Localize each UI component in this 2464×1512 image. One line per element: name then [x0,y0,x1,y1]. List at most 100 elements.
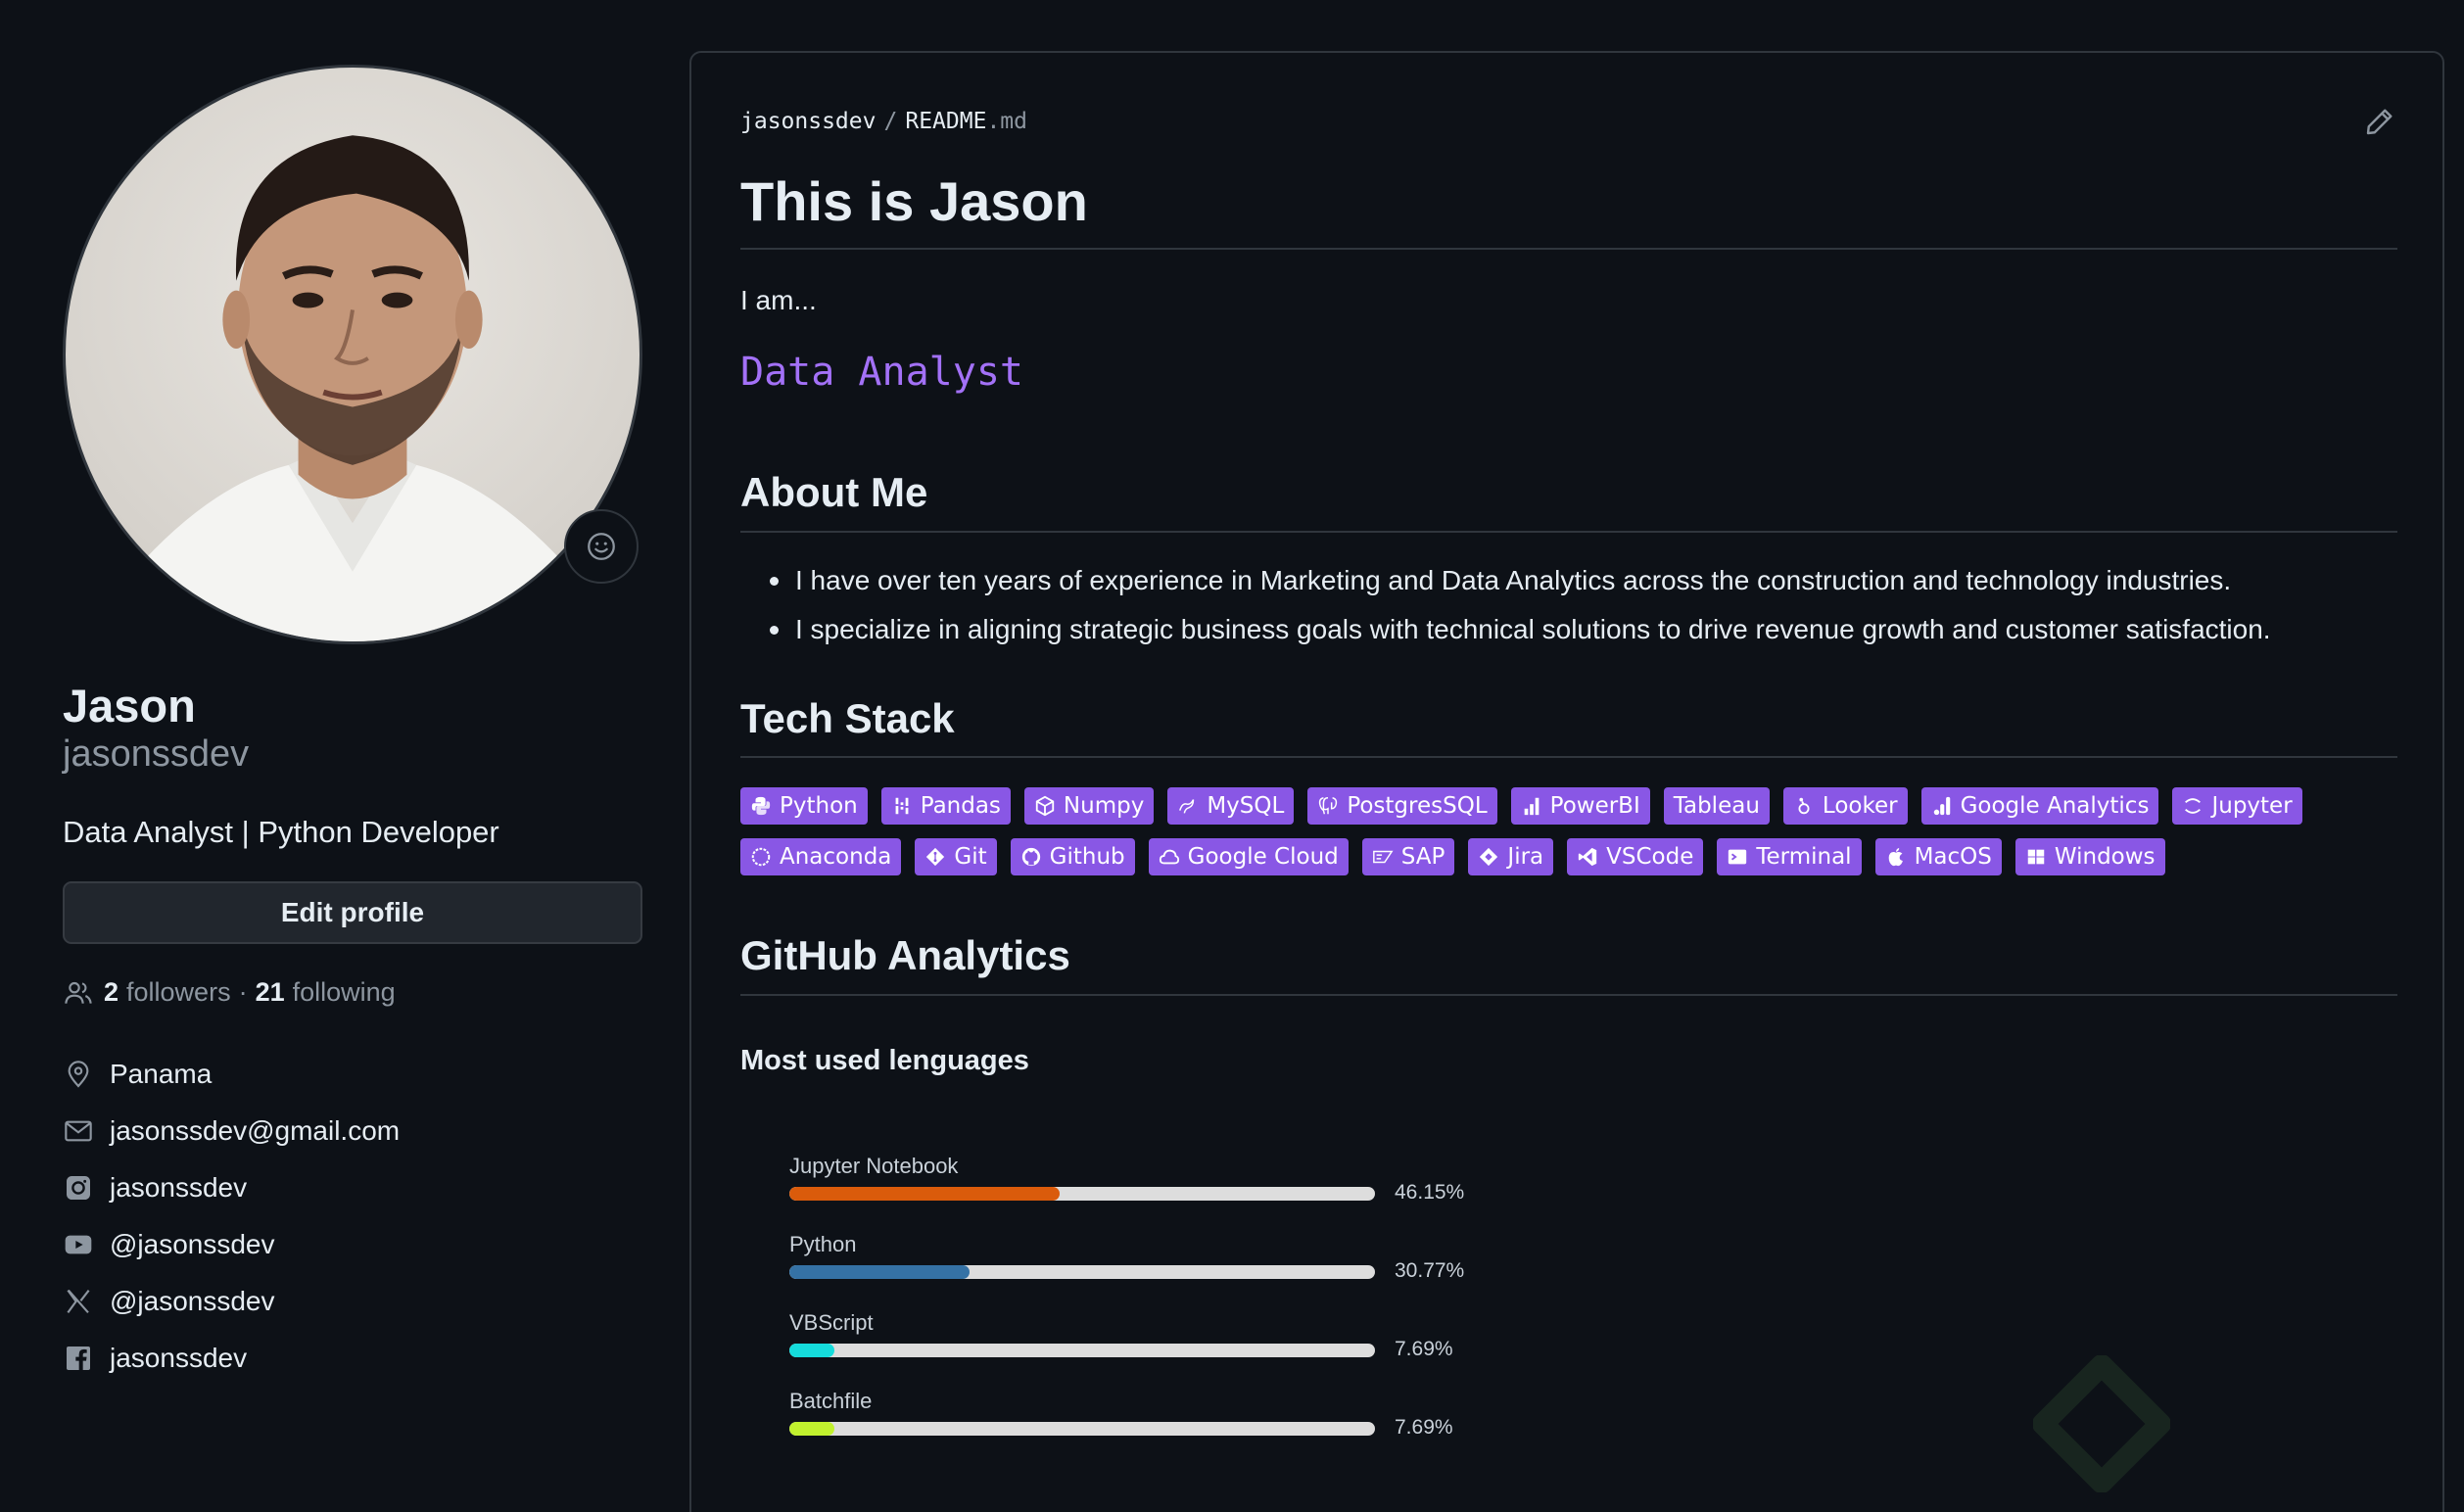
detail-email[interactable]: jasonssdev@gmail.com [63,1103,642,1159]
badge-label: VSCode [1606,844,1694,871]
postgresql-icon [1319,797,1338,815]
badge-label: Jupyter [2211,793,2293,820]
sap-icon [1372,850,1394,864]
github-icon [1021,848,1040,867]
language-bar-fill [789,1343,834,1357]
location-icon [68,1061,89,1088]
language-percent: 7.69% [1395,1415,1453,1439]
badge-sap[interactable]: SAP [1361,838,1455,876]
terminal-icon [1729,849,1747,865]
facebook-link[interactable]: jasonssdev [110,1343,247,1374]
apple-icon [1888,848,1903,867]
badge-postgresql[interactable]: PostgresSQL [1307,787,1497,826]
language-percent: 46.15% [1395,1180,1465,1204]
avatar-photo [133,135,572,641]
detail-facebook[interactable]: jasonssdev [63,1330,642,1387]
detail-x[interactable]: @jasonssdev [63,1273,642,1330]
anaconda-icon [751,847,771,867]
badge-powerbi[interactable]: PowerBI [1510,787,1650,826]
profile-page: Jason jasonssdev Data Analyst | Python D… [0,0,2464,1512]
badge-label: Windows [2054,844,2156,871]
badge-label: Numpy [1063,793,1145,820]
youtube-link[interactable]: @jasonssdev [110,1229,275,1260]
tech-badges: Python Pandas Numpy MySQL PostgresSQL Po… [740,787,2397,876]
pandas-icon [895,797,909,815]
language-name: VBScript [789,1309,874,1335]
badge-terminal[interactable]: Terminal [1717,838,1862,876]
badge-vscode[interactable]: VSCode [1567,838,1704,876]
avatar[interactable] [63,65,642,644]
language-bar-track [789,1264,1375,1279]
follow-separator: · [238,977,248,1008]
badge-label: Google Cloud [1187,844,1339,871]
language-bar-track [789,1343,1375,1357]
instagram-link[interactable]: jasonssdev [110,1172,247,1204]
language-name: Jupyter Notebook [789,1153,959,1178]
vscode-icon [1578,848,1597,867]
email-link[interactable]: jasonssdev@gmail.com [110,1115,400,1147]
badge-jira[interactable]: Jira [1468,838,1554,876]
badge-pandas[interactable]: Pandas [880,787,1011,826]
badge-label: Python [780,793,858,820]
badge-jupyter[interactable]: Jupyter [2172,787,2302,826]
badge-github[interactable]: Github [1010,838,1135,876]
badge-macos[interactable]: MacOS [1874,838,2002,876]
x-icon [67,1289,90,1313]
badge-label: MacOS [1914,844,1992,871]
avatar-container [63,65,642,644]
x-link[interactable]: @jasonssdev [110,1286,275,1317]
badge-google-cloud[interactable]: Google Cloud [1148,838,1349,876]
detail-youtube[interactable]: @jasonssdev [63,1216,642,1273]
profile-name: Jason [63,680,196,732]
readme-content: jasonssdev / README .md This is Jason I a… [740,102,2397,1465]
google-analytics-icon [1933,797,1950,816]
edit-profile-button[interactable]: Edit profile [63,880,642,944]
detail-instagram[interactable]: jasonssdev [63,1159,642,1216]
platzi-watermark [2033,1336,2464,1512]
edit-readme-pencil-icon[interactable] [2362,104,2397,139]
badge-label: Github [1049,844,1125,871]
badge-numpy[interactable]: Numpy [1023,787,1155,826]
badge-python[interactable]: Python [740,787,868,826]
language-bar-fill [789,1421,834,1436]
people-icon [65,981,92,1004]
breadcrumb-separator: / [883,109,898,134]
git-icon [926,848,945,867]
instagram-icon [67,1175,90,1200]
mail-icon [65,1120,92,1142]
badge-label: Tableau [1673,793,1760,820]
badge-google-analytics[interactable]: Google Analytics [1920,787,2159,826]
about-item: I have over ten years of experience in M… [740,556,2397,605]
badge-anaconda[interactable]: Anaconda [740,838,902,876]
language-bar-track [789,1421,1375,1436]
followers-link[interactable]: 2 followers [104,977,231,1008]
profile-username: jasonssdev [63,733,250,776]
jupyter-icon [2185,798,2202,814]
profile-details: Panama jasonssdev@gmail.com jasonssdev @… [63,1046,642,1387]
language-bar-track [789,1186,1375,1201]
following-link[interactable]: 21 following [256,977,396,1008]
badge-git[interactable]: Git [915,838,997,876]
powerbi-icon [1524,797,1539,816]
language-row: Jupyter Notebook 46.15% [789,1152,2397,1230]
follow-stats: 2 followers · 21 following [63,977,642,1009]
badge-label: Looker [1822,793,1898,820]
badge-label: Pandas [920,793,1001,820]
typing-animation-text: Data Analyst [740,350,1023,396]
jira-icon [1480,848,1498,867]
badge-looker[interactable]: Looker [1782,787,1908,826]
badge-tableau[interactable]: Tableau [1663,787,1770,826]
readme-owner-link[interactable]: jasonssdev [740,109,876,134]
languages-card-title: Most used lenguages [740,1044,1029,1076]
badge-label: Google Analytics [1960,793,2150,820]
youtube-icon [65,1235,92,1254]
looker-icon [1798,797,1810,815]
badge-mysql[interactable]: MySQL [1167,787,1295,826]
badge-windows[interactable]: Windows [2014,838,2165,876]
python-icon [751,797,771,816]
language-bar-fill [789,1264,970,1279]
set-status-button[interactable] [564,509,639,584]
google-cloud-icon [1159,849,1179,865]
badge-label: Terminal [1756,844,1852,871]
readme-file-extension: .md [986,109,1027,134]
